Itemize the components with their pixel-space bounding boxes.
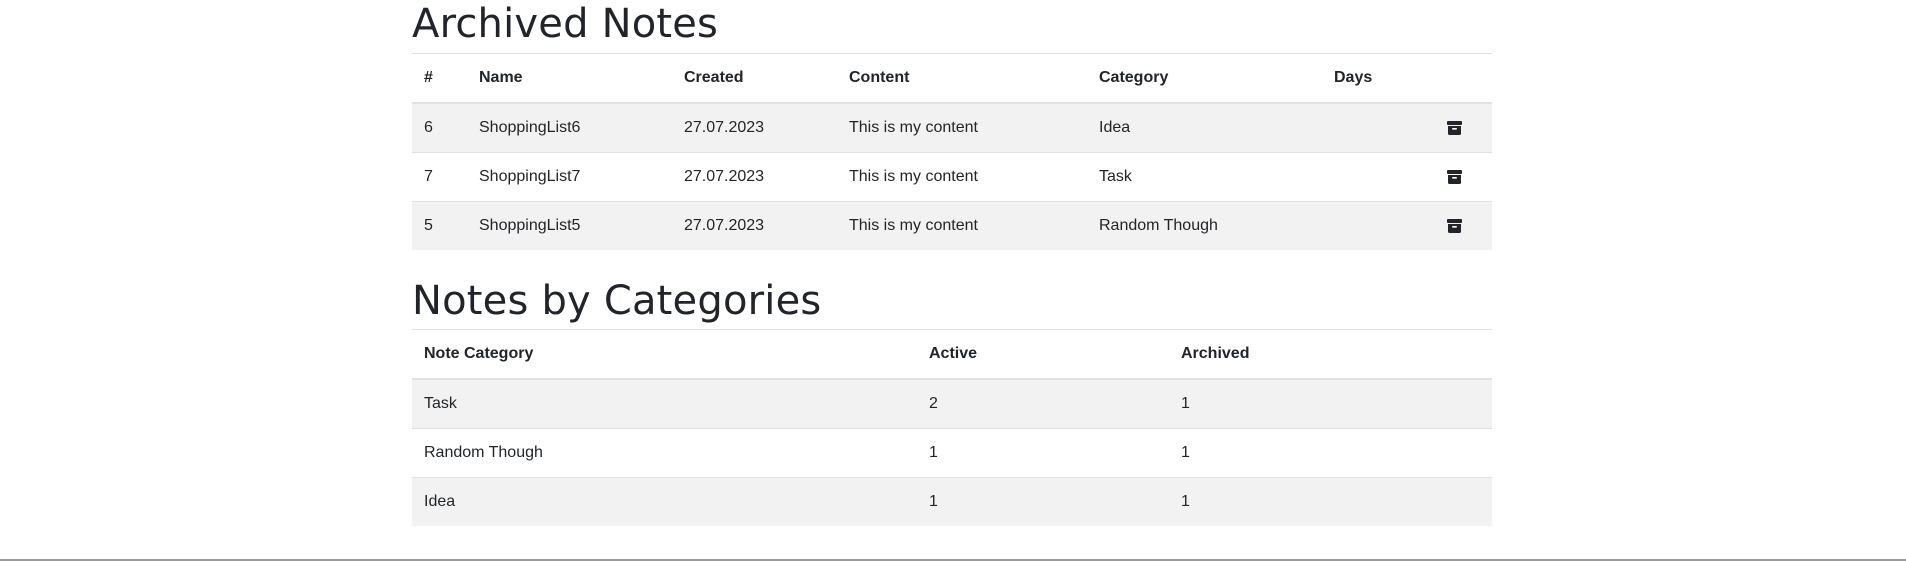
header-created: Created bbox=[672, 53, 837, 104]
header-active: Active bbox=[917, 329, 1169, 380]
cell-active-count: 1 bbox=[917, 428, 1169, 478]
table-row: Task 2 1 bbox=[412, 378, 1492, 429]
header-id: # bbox=[412, 53, 467, 104]
content-container: Archived Notes # Name Created Content Ca… bbox=[412, 0, 1492, 526]
cell-days bbox=[1322, 201, 1417, 250]
header-category: Category bbox=[1087, 53, 1322, 104]
table-row: Idea 1 1 bbox=[412, 477, 1492, 526]
cell-content: This is my content bbox=[837, 102, 1087, 153]
archive-icon[interactable] bbox=[1447, 169, 1462, 184]
cell-active-count: 1 bbox=[917, 477, 1169, 526]
archived-notes-title: Archived Notes bbox=[412, 1, 719, 47]
cell-name: ShoppingList6 bbox=[467, 102, 672, 153]
cell-category: Random Though bbox=[1087, 201, 1322, 250]
cell-created: 27.07.2023 bbox=[672, 201, 837, 250]
header-archived: Archived bbox=[1169, 329, 1492, 380]
cell-content: This is my content bbox=[837, 201, 1087, 250]
cell-created: 27.07.2023 bbox=[672, 102, 837, 153]
cell-id: 6 bbox=[412, 102, 467, 153]
archive-icon[interactable] bbox=[1447, 218, 1462, 233]
cell-archived-count: 1 bbox=[1169, 378, 1492, 429]
cell-name: ShoppingList7 bbox=[467, 152, 672, 202]
table-row: Random Though 1 1 bbox=[412, 428, 1492, 478]
page: Archived Notes # Name Created Content Ca… bbox=[0, 0, 1906, 561]
table-row: 7 ShoppingList7 27.07.2023 This is my co… bbox=[412, 152, 1492, 202]
cell-content: This is my content bbox=[837, 152, 1087, 202]
cell-id: 5 bbox=[412, 201, 467, 250]
cell-days bbox=[1322, 152, 1417, 202]
cell-category: Task bbox=[1087, 152, 1322, 202]
cell-category: Random Though bbox=[412, 428, 917, 478]
cell-category: Idea bbox=[412, 477, 917, 526]
cell-days bbox=[1322, 102, 1417, 153]
cell-created: 27.07.2023 bbox=[672, 152, 837, 202]
cell-actions bbox=[1417, 152, 1492, 202]
cell-category: Idea bbox=[1087, 102, 1322, 153]
archived-notes-table: # Name Created Content Category Days 6 S… bbox=[412, 53, 1492, 250]
archive-icon[interactable] bbox=[1447, 120, 1462, 135]
table-row: 5 ShoppingList5 27.07.2023 This is my co… bbox=[412, 201, 1492, 250]
header-name: Name bbox=[467, 53, 672, 104]
cell-id: 7 bbox=[412, 152, 467, 202]
cell-archived-count: 1 bbox=[1169, 428, 1492, 478]
header-actions bbox=[1417, 53, 1492, 104]
archived-header-row: # Name Created Content Category Days bbox=[412, 53, 1492, 104]
header-days: Days bbox=[1322, 53, 1417, 104]
cell-active-count: 2 bbox=[917, 378, 1169, 429]
notes-by-categories-table: Note Category Active Archived Task 2 1 R… bbox=[412, 329, 1492, 526]
header-note-category: Note Category bbox=[412, 329, 917, 380]
categories-header-row: Note Category Active Archived bbox=[412, 329, 1492, 380]
notes-by-categories-title: Notes by Categories bbox=[412, 278, 822, 324]
table-row: 6 ShoppingList6 27.07.2023 This is my co… bbox=[412, 102, 1492, 153]
header-content: Content bbox=[837, 53, 1087, 104]
cell-category: Task bbox=[412, 378, 917, 429]
cell-actions bbox=[1417, 102, 1492, 153]
cell-name: ShoppingList5 bbox=[467, 201, 672, 250]
cell-actions bbox=[1417, 201, 1492, 250]
cell-archived-count: 1 bbox=[1169, 477, 1492, 526]
